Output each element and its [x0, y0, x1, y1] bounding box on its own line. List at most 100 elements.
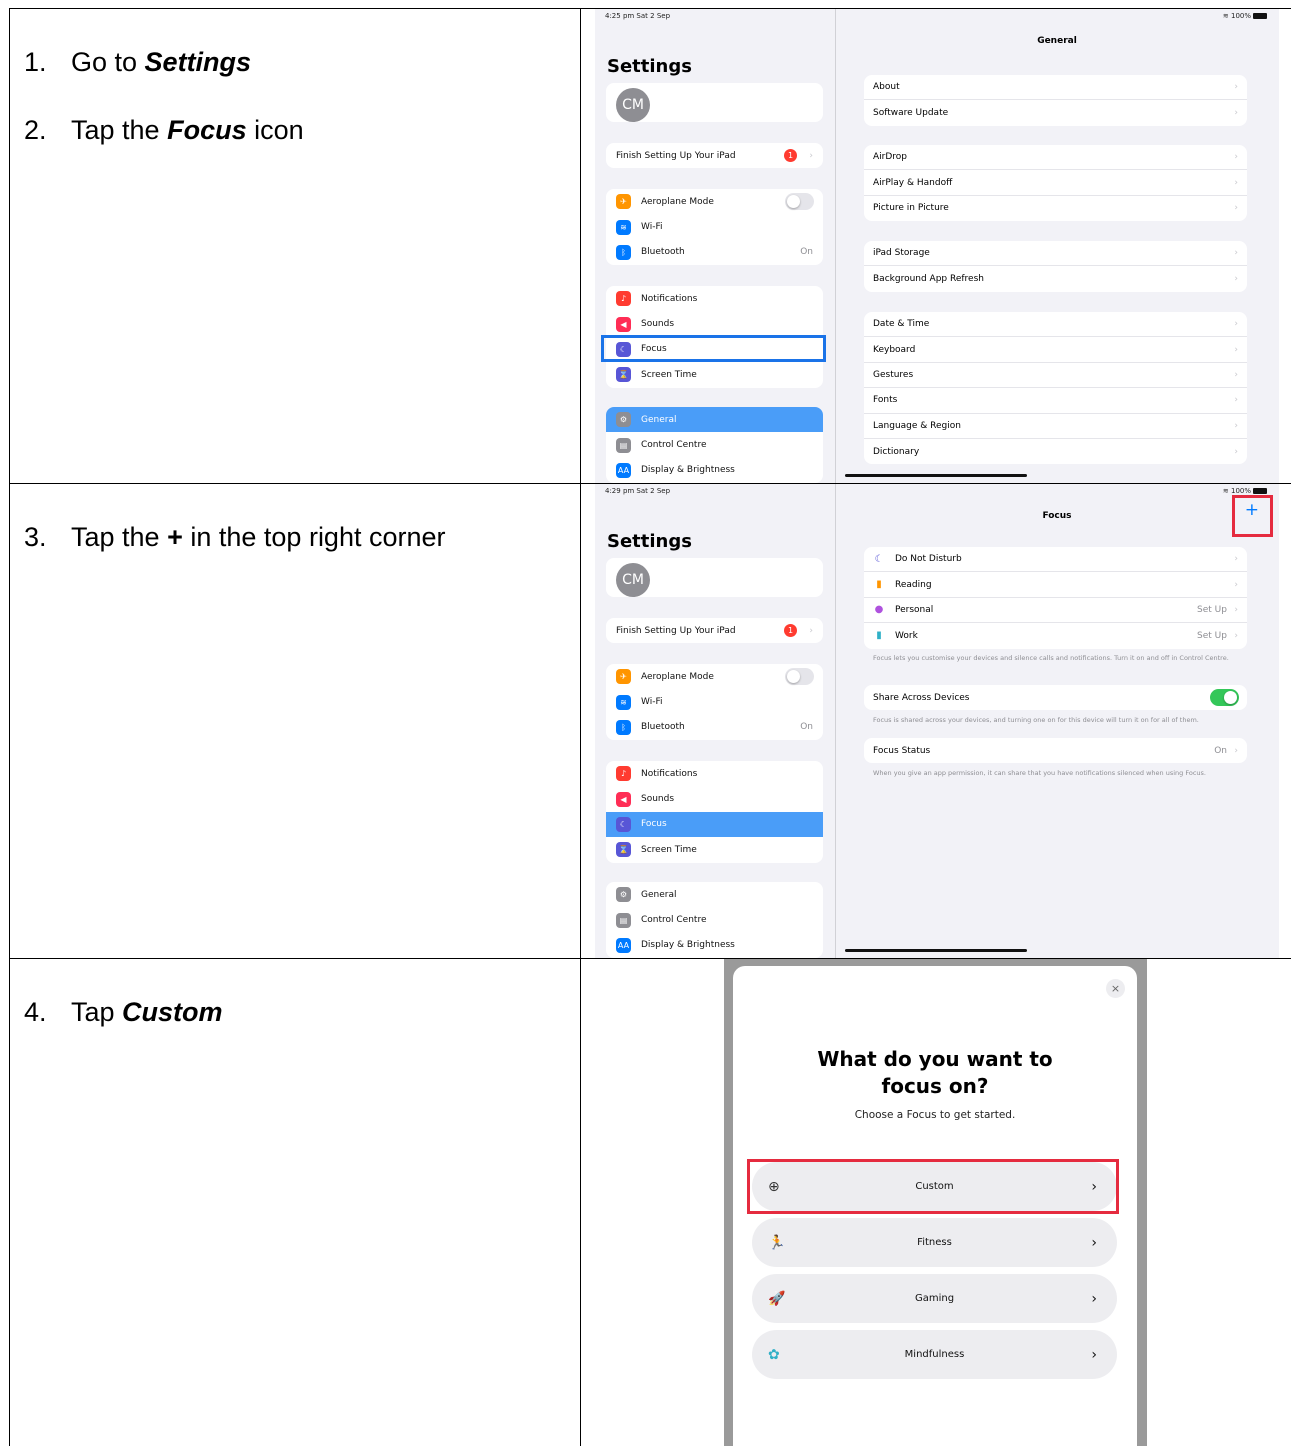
notification-badge: 1	[784, 624, 797, 638]
sidebar-item-wi-fi[interactable]: ≋ Wi-Fi	[606, 689, 823, 714]
settings-row-label: Gestures	[873, 369, 914, 380]
settings-group: About › Software Update ›	[864, 75, 1247, 126]
focus-row-label: Personal	[895, 604, 934, 615]
sidebar-item-wi-fi[interactable]: ≋ Wi-Fi	[606, 214, 823, 239]
settings-row-label: Background App Refresh	[873, 274, 984, 285]
modal-title: What do you want to focus on?	[817, 1047, 1053, 1098]
sidebar-item-display-brightness[interactable]: AA Display & Brightness	[606, 933, 823, 958]
chevron-right-icon: ›	[809, 625, 813, 636]
finish-setup-card[interactable]: Finish Setting Up Your iPad 1 ›	[606, 143, 823, 169]
sidebar-item-sounds[interactable]: ◀ Sounds	[606, 311, 823, 336]
settings-row-keyboard[interactable]: Keyboard ›	[864, 337, 1247, 363]
focus-option-mindfulness[interactable]: ✿ Mindfulness ›	[752, 1330, 1117, 1379]
focus-row-label: Do Not Disturb	[895, 554, 962, 565]
settings-row-label: Dictionary	[873, 446, 920, 457]
settings-row-airdrop[interactable]: AirDrop ›	[864, 145, 1247, 171]
sidebar-item-focus[interactable]: ☾ Focus	[606, 811, 823, 838]
close-icon[interactable]: ×	[1106, 979, 1125, 998]
share-across-devices-card: Share Across Devices	[864, 685, 1247, 711]
sidebar-item-label: Control Centre	[641, 915, 707, 926]
sidebar-group-general: ⚙ General ▤ Control Centre AA Display & Brigh…	[606, 882, 823, 958]
bluetooth-icon: ᛒ	[616, 244, 631, 260]
settings-row-software-update[interactable]: Software Update ›	[864, 100, 1247, 125]
sidebar-item-sounds[interactable]: ◀ Sounds	[606, 786, 823, 811]
sidebar-item-general[interactable]: ⚙ General	[606, 882, 823, 907]
chevron-right-icon: ›	[1234, 604, 1238, 615]
sidebar-item-display-brightness[interactable]: AA Display & Brightness	[606, 458, 823, 483]
modal-subtitle: Choose a Focus to get started.	[854, 1109, 1016, 1121]
focus-row-do-not-disturb[interactable]: ☾ Do Not Disturb ›	[864, 547, 1247, 573]
pane-title: General	[1037, 36, 1077, 46]
chevron-right-icon: ›	[1234, 369, 1238, 380]
sidebar-item-control-centre[interactable]: ▤ Control Centre	[606, 907, 823, 932]
settings-row-fonts[interactable]: Fonts ›	[864, 388, 1247, 414]
aeroplane-mode-toggle[interactable]	[785, 668, 814, 686]
finish-setup-card[interactable]: Finish Setting Up Your iPad 1 ›	[606, 618, 823, 644]
sidebar-item-label: Wi-Fi	[641, 222, 663, 233]
step-2: 2. Tap the Focus icon	[24, 115, 304, 145]
aeroplane-mode-toggle[interactable]	[785, 193, 814, 211]
settings-row-gestures[interactable]: Gestures ›	[864, 363, 1247, 389]
share-across-devices-toggle[interactable]	[1210, 689, 1239, 707]
settings-row-label: iPad Storage	[873, 248, 930, 259]
focus-pane: Focus + ☾ Do Not Disturb › ▮ Reading › ● Person…	[835, 484, 1279, 958]
home-indicator	[845, 474, 1027, 477]
sidebar-group-general: ⚙ General ▤ Control Centre AA Display & Brigh…	[606, 407, 823, 483]
text-size-icon: AA	[616, 462, 631, 478]
sidebar-title: Settings	[607, 531, 692, 552]
settings-row-dictionary[interactable]: Dictionary ›	[864, 439, 1247, 464]
focus-row-label: Work	[895, 630, 918, 641]
settings-row-about[interactable]: About ›	[864, 75, 1247, 101]
chevron-right-icon: ›	[1234, 554, 1238, 565]
sidebar-item-screen-time[interactable]: ⌛ Screen Time	[606, 362, 823, 387]
sidebar-item-bluetooth[interactable]: ᛒ Bluetooth On	[606, 715, 823, 740]
settings-row-airplay-handoff[interactable]: AirPlay & Handoff ›	[864, 170, 1247, 196]
switches-icon: ▤	[616, 437, 631, 453]
pane-title: Focus	[1042, 511, 1072, 521]
sidebar-item-label: Aeroplane Mode	[641, 196, 714, 207]
settings-row-ipad-storage[interactable]: iPad Storage ›	[864, 241, 1247, 267]
chevron-right-icon: ›	[1234, 177, 1238, 188]
focus-option-gaming[interactable]: 🚀 Gaming ›	[752, 1274, 1117, 1323]
focus-option-label: Fitness	[917, 1237, 952, 1248]
screenshot-focus-settings: 4:29 pm Sat 2 Sep ≋ 100% Settings CM Fini…	[595, 484, 1279, 958]
settings-row-label: Language & Region	[873, 420, 961, 431]
chevron-right-icon: ›	[1234, 82, 1238, 93]
profile-card[interactable]: CM	[606, 558, 823, 597]
avatar: CM	[616, 563, 650, 597]
focus-row-work[interactable]: ▮ Work Set Up ›	[864, 623, 1247, 648]
chevron-right-icon: ›	[1234, 274, 1238, 285]
settings-row-language-region[interactable]: Language & Region ›	[864, 414, 1247, 439]
sidebar-item-notifications[interactable]: ♪ Notifications	[606, 761, 823, 786]
rocket-icon: 🚀	[768, 1290, 786, 1307]
sidebar-item-notifications[interactable]: ♪ Notifications	[606, 286, 823, 311]
notification-badge: 1	[784, 149, 797, 163]
sidebar-item-aeroplane-mode[interactable]: ✈ Aeroplane Mode	[606, 664, 823, 689]
focus-option-fitness[interactable]: 🏃 Fitness ›	[752, 1218, 1117, 1267]
settings-row-label: AirDrop	[873, 152, 908, 163]
sidebar-item-bluetooth[interactable]: ᛒ Bluetooth On	[606, 240, 823, 265]
settings-row-label: Software Update	[873, 108, 949, 119]
sidebar-item-label: Notifications	[641, 293, 698, 304]
wifi-icon: ≋	[616, 219, 631, 235]
profile-card[interactable]: CM	[606, 83, 823, 122]
settings-row-picture-in-picture[interactable]: Picture in Picture ›	[864, 196, 1247, 221]
settings-row-background-app-refresh[interactable]: Background App Refresh ›	[864, 266, 1247, 291]
sidebar-item-label: Focus	[641, 819, 667, 830]
speaker-icon: ◀	[616, 316, 631, 332]
sidebar-item-aeroplane-mode[interactable]: ✈ Aeroplane Mode	[606, 189, 823, 214]
sidebar-item-screen-time[interactable]: ⌛ Screen Time	[606, 837, 823, 862]
focus-note: Focus lets you customise your devices an…	[873, 654, 1229, 662]
focus-row-personal[interactable]: ● Personal Set Up ›	[864, 598, 1247, 624]
settings-row-date-time[interactable]: Date & Time ›	[864, 312, 1247, 338]
general-pane: General About › Software Update › AirDrop › Ai…	[835, 9, 1279, 483]
hourglass-icon: ⌛	[616, 367, 631, 383]
chevron-right-icon: ›	[809, 150, 813, 161]
sidebar-title: Settings	[607, 56, 692, 77]
bluetooth-icon: ᛒ	[616, 719, 631, 735]
sidebar-item-control-centre[interactable]: ▤ Control Centre	[606, 432, 823, 457]
sidebar-item-general[interactable]: ⚙ General	[606, 407, 823, 433]
focus-row-reading[interactable]: ▮ Reading ›	[864, 572, 1247, 598]
focus-status-row[interactable]: Focus Status On ›	[864, 738, 1247, 763]
sidebar-item-value: On	[800, 722, 813, 733]
